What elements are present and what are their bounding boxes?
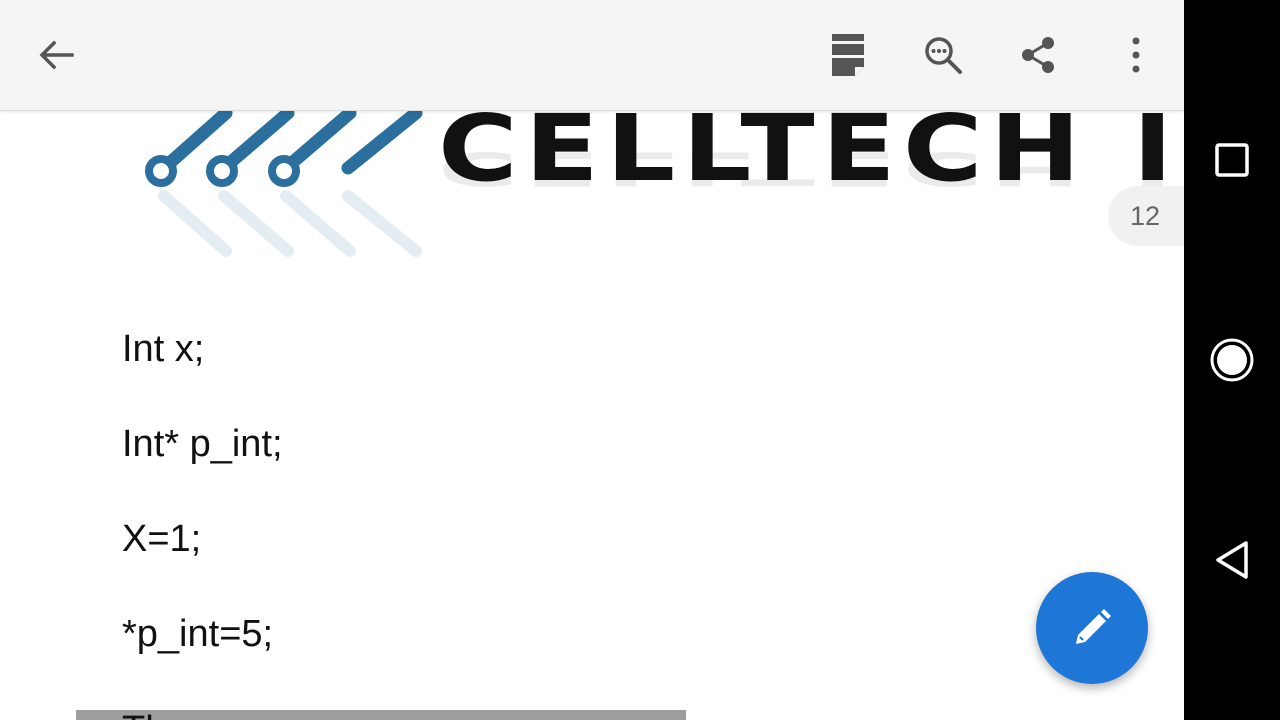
edit-fab[interactable]	[1036, 572, 1148, 684]
code-line: Int x;	[122, 328, 205, 370]
more-options-button[interactable]	[1104, 23, 1168, 87]
partial-text-line: Th	[122, 711, 166, 720]
home-button[interactable]	[1200, 328, 1264, 392]
outline-icon	[832, 34, 864, 76]
circuit-lines-graphic	[145, 111, 423, 257]
back-triangle-icon	[1216, 541, 1248, 579]
page-number-badge: 12	[1108, 186, 1184, 246]
text-highlight	[76, 710, 686, 720]
celltech-logo: CELLTECH IN CELLTECH IN	[126, 111, 1184, 271]
pencil-icon	[1076, 609, 1111, 644]
document-viewer: CELLTECH IN CELLTECH IN Int x; Int* p_in…	[0, 0, 1184, 720]
document-page[interactable]: CELLTECH IN CELLTECH IN Int x; Int* p_in…	[0, 111, 1184, 720]
find-in-page-icon	[925, 37, 962, 74]
logo-reflection: CELLTECH IN	[438, 141, 1184, 196]
arrow-back-icon	[39, 40, 74, 70]
top-app-bar	[0, 0, 1184, 111]
more-vert-icon	[1132, 37, 1140, 73]
system-navigation-bar	[1184, 0, 1280, 720]
recents-square-icon	[1215, 143, 1249, 177]
find-in-page-button[interactable]	[911, 23, 975, 87]
share-button[interactable]	[1006, 23, 1070, 87]
code-line: Int* p_int;	[122, 423, 283, 465]
code-line: X=1;	[122, 518, 202, 560]
outline-button[interactable]	[816, 23, 880, 87]
system-back-button[interactable]	[1200, 528, 1264, 592]
recents-button[interactable]	[1200, 128, 1264, 192]
code-line: *p_int=5;	[122, 613, 274, 655]
back-button[interactable]	[24, 23, 88, 87]
home-circle-icon	[1210, 338, 1254, 382]
share-icon	[1022, 37, 1054, 73]
